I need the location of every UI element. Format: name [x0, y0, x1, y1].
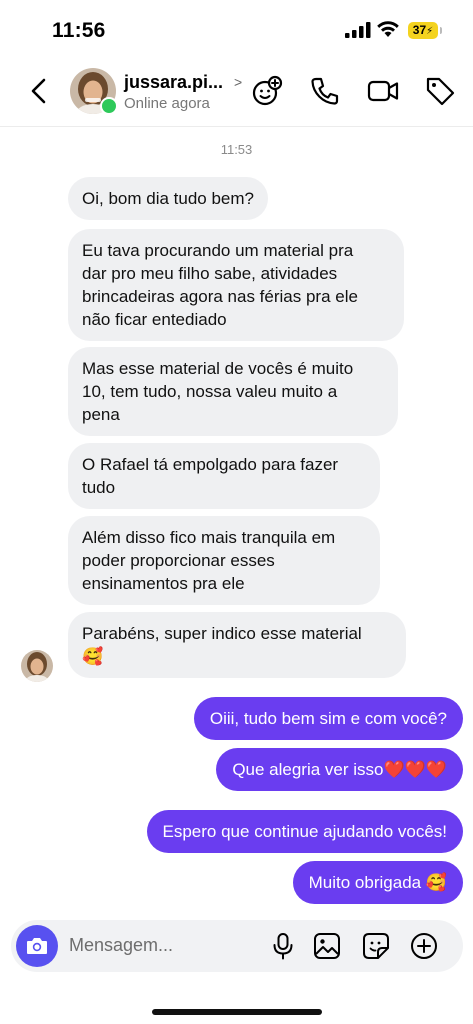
sticker-face-icon[interactable]	[250, 74, 284, 108]
contact-status: Online agora	[124, 95, 210, 112]
wifi-icon	[377, 21, 399, 37]
incoming-message[interactable]: Mas esse material de vocês é muito 10, t…	[68, 347, 398, 436]
message-timestamp: 11:53	[220, 142, 253, 157]
tag-icon[interactable]	[423, 74, 457, 108]
contact-name[interactable]: jussara.pi...	[124, 72, 223, 93]
camera-icon	[27, 938, 47, 954]
status-time: 11:56	[52, 19, 106, 42]
video-call-icon[interactable]	[366, 74, 400, 108]
cellular-signal-icon	[345, 22, 371, 38]
online-indicator	[100, 97, 118, 115]
message-input[interactable]: Mensagem...	[69, 935, 173, 956]
battery-indicator: 37⚡	[408, 22, 438, 39]
chat-header: jussara.pi... > Online agora	[0, 60, 473, 127]
message-composer: Mensagem...	[11, 920, 463, 972]
home-indicator	[152, 1009, 322, 1015]
status-bar: 11:56 37⚡	[0, 0, 473, 60]
sticker-icon[interactable]	[361, 931, 391, 961]
chevron-right-icon[interactable]: >	[234, 74, 242, 90]
back-arrow-icon[interactable]	[26, 74, 54, 108]
outgoing-message[interactable]: Espero que continue ajudando vocês!	[146, 810, 463, 853]
microphone-icon[interactable]	[268, 931, 298, 961]
outgoing-message[interactable]: Oiii, tudo bem sim e com você?	[193, 697, 463, 740]
incoming-message[interactable]: Além disso fico mais tranquila em poder …	[68, 516, 380, 605]
outgoing-message[interactable]: Muito obrigada 🥰	[292, 861, 463, 904]
phone-icon[interactable]	[308, 74, 342, 108]
incoming-message[interactable]: Oi, bom dia tudo bem?	[68, 177, 268, 220]
outgoing-message[interactable]: Que alegria ver isso❤️❤️❤️	[216, 748, 463, 791]
plus-circle-icon[interactable]	[409, 931, 439, 961]
image-icon[interactable]	[312, 931, 342, 961]
battery-tip	[440, 27, 442, 34]
contact-avatar-small[interactable]	[21, 650, 53, 682]
incoming-message[interactable]: Eu tava procurando um material pra dar p…	[68, 229, 404, 341]
incoming-message[interactable]: Parabéns, super indico esse material 🥰	[68, 612, 406, 678]
camera-button[interactable]	[16, 925, 58, 967]
incoming-message[interactable]: O Rafael tá empolgado para fazer tudo	[68, 443, 380, 509]
